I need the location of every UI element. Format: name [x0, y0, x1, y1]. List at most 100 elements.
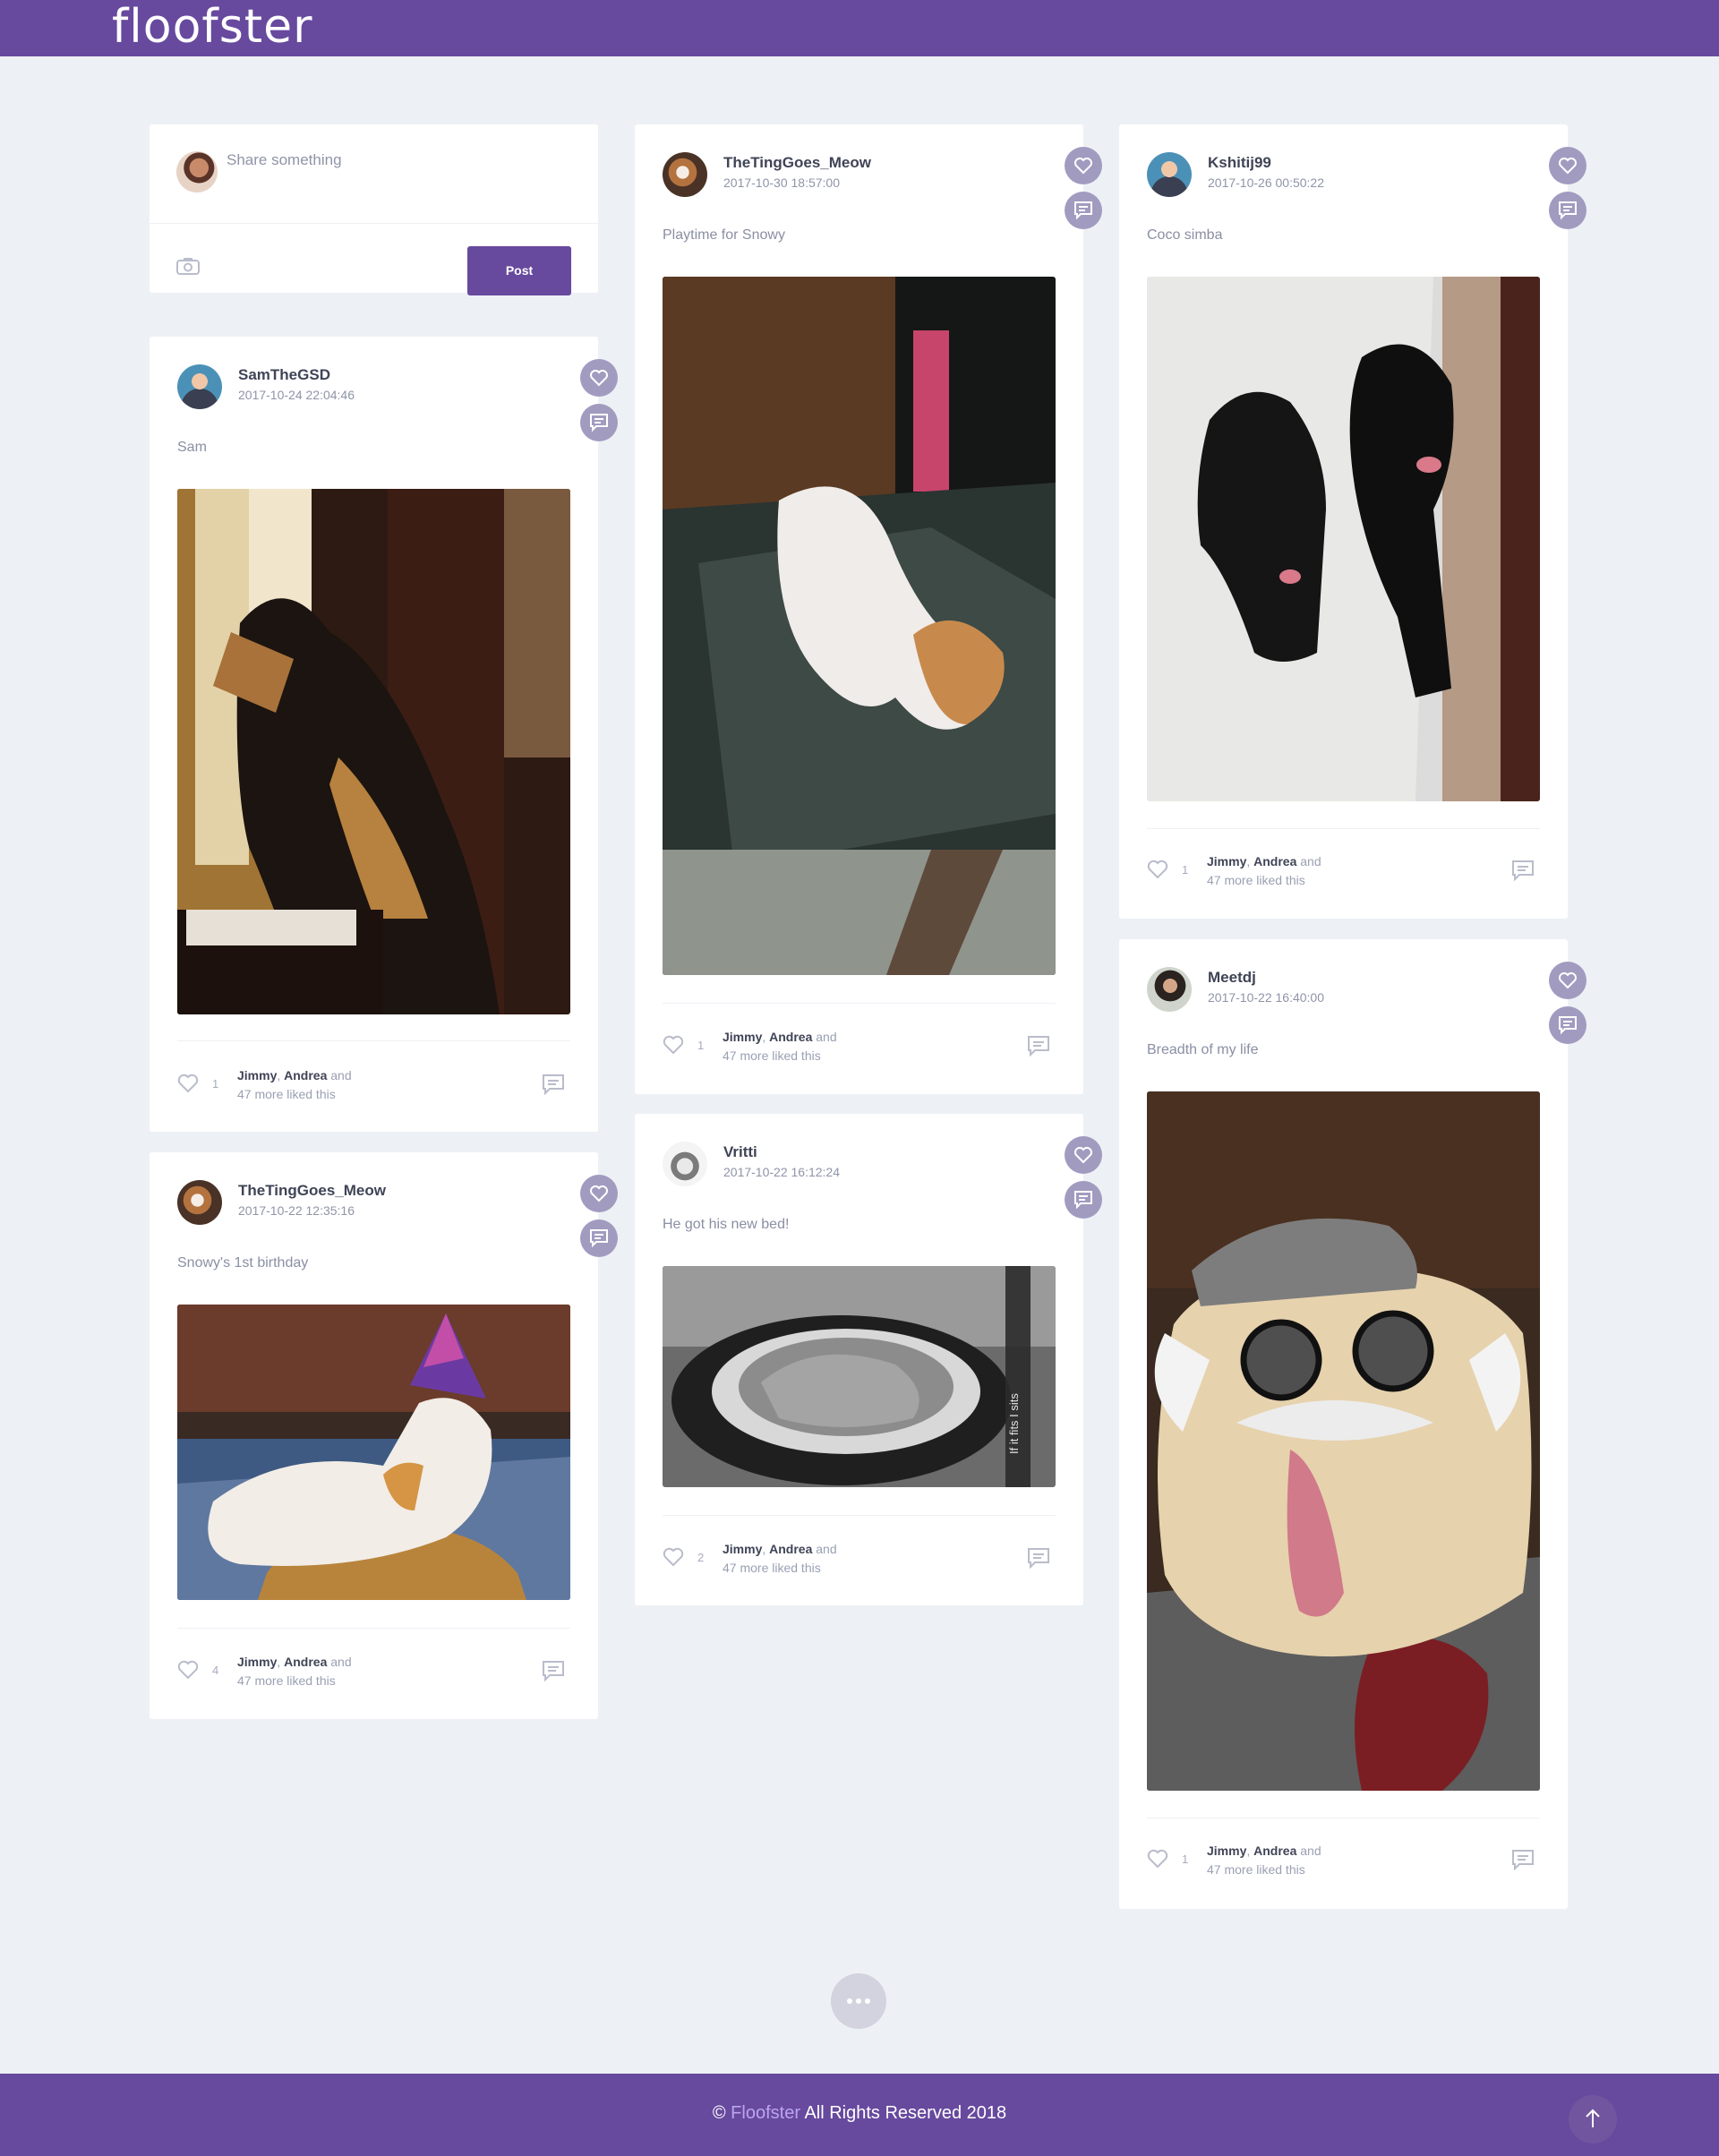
heart-icon[interactable] — [663, 1035, 684, 1055]
top-navbar: floofster — [0, 0, 1719, 56]
heart-icon — [1559, 158, 1577, 175]
liked-by-text[interactable]: Jimmy, Andrea and 47 more liked this — [723, 1028, 837, 1065]
comment-icon[interactable] — [1511, 860, 1535, 881]
footer-copyright: © Floofster All Rights Reserved 2018 — [712, 2103, 1007, 2123]
avatar[interactable] — [663, 1142, 707, 1186]
comment-icon — [590, 414, 608, 432]
comment-button[interactable] — [1065, 1181, 1102, 1219]
comment-button[interactable] — [580, 1219, 618, 1257]
post-footer: 1 Jimmy, Andrea and 47 more liked this — [663, 1028, 1056, 1064]
post-username[interactable]: TheTingGoes_Meow — [238, 1182, 386, 1200]
comment-button[interactable] — [1549, 1006, 1586, 1044]
avatar[interactable] — [1147, 967, 1192, 1012]
post-header: SamTheGSD 2017-10-24 22:04:46 — [177, 364, 570, 415]
post-footer: 4 Jimmy, Andrea and 47 more liked this — [177, 1653, 570, 1689]
post-caption: Snowy's 1st birthday — [177, 1255, 309, 1270]
post-photo[interactable]: If it fits I sits — [663, 1266, 1056, 1487]
avatar[interactable] — [177, 364, 222, 409]
liked-by-text[interactable]: Jimmy, Andrea and 47 more liked this — [237, 1066, 352, 1104]
post-timestamp: 2017-10-22 16:40:00 — [1208, 990, 1324, 1005]
like-button[interactable] — [1065, 1136, 1102, 1174]
footer-brand-link[interactable]: Floofster — [731, 2103, 800, 2123]
comment-button[interactable] — [1065, 192, 1102, 229]
post-timestamp: 2017-10-22 12:35:16 — [238, 1203, 355, 1218]
post-footer: 2 Jimmy, Andrea and 47 more liked this — [663, 1540, 1056, 1576]
post-card: SamTheGSD 2017-10-24 22:04:46 Sam 1 Jimm… — [150, 337, 598, 1132]
like-count: 2 — [697, 1551, 705, 1564]
liked-by-text[interactable]: Jimmy, Andrea and 47 more liked this — [1207, 852, 1321, 890]
post-username[interactable]: SamTheGSD — [238, 366, 330, 384]
post-caption: Playtime for Snowy — [663, 227, 785, 243]
scroll-to-top-button[interactable] — [1569, 2095, 1617, 2143]
load-more-button[interactable] — [831, 1973, 886, 2029]
like-button[interactable] — [1549, 147, 1586, 184]
liked-by-text[interactable]: Jimmy, Andrea and 47 more liked this — [723, 1540, 837, 1578]
post-card: Vritti 2017-10-22 16:12:24 He got his ne… — [635, 1114, 1083, 1605]
like-button[interactable] — [1549, 962, 1586, 999]
post-timestamp: 2017-10-24 22:04:46 — [238, 388, 355, 402]
post-photo[interactable] — [177, 1305, 570, 1600]
post-username[interactable]: TheTingGoes_Meow — [723, 154, 871, 172]
comment-icon[interactable] — [1027, 1547, 1050, 1569]
like-button[interactable] — [580, 1175, 618, 1212]
avatar[interactable] — [177, 1180, 222, 1225]
like-button[interactable] — [1065, 147, 1102, 184]
post-username[interactable]: Meetdj — [1208, 969, 1256, 987]
divider — [150, 223, 598, 224]
post-timestamp: 2017-10-22 16:12:24 — [723, 1165, 840, 1179]
post-caption: He got his new bed! — [663, 1217, 790, 1232]
avatar[interactable] — [1147, 152, 1192, 197]
post-username[interactable]: Kshitij99 — [1208, 154, 1271, 172]
heart-icon[interactable] — [177, 1074, 199, 1093]
camera-icon[interactable] — [176, 257, 200, 275]
comment-icon[interactable] — [542, 1074, 565, 1095]
share-input[interactable]: Share something — [227, 151, 342, 169]
post-card: TheTingGoes_Meow 2017-10-22 12:35:16 Sno… — [150, 1152, 598, 1719]
heart-icon — [1559, 972, 1577, 989]
comment-icon[interactable] — [1027, 1035, 1050, 1057]
post-username[interactable]: Vritti — [723, 1143, 757, 1161]
heart-icon[interactable] — [663, 1547, 684, 1567]
post-photo[interactable] — [1147, 1091, 1540, 1791]
post-caption: Sam — [177, 440, 207, 455]
dot — [856, 1998, 861, 2004]
post-photo[interactable] — [177, 489, 570, 1014]
post-header: Meetdj 2017-10-22 16:40:00 — [1147, 967, 1540, 1017]
app-logo[interactable]: floofster — [112, 0, 313, 57]
comment-icon[interactable] — [542, 1660, 565, 1681]
post-photo[interactable] — [663, 277, 1056, 975]
divider — [177, 1628, 570, 1629]
post-header: Vritti 2017-10-22 16:12:24 — [663, 1142, 1056, 1192]
avatar[interactable] — [663, 152, 707, 197]
heart-icon[interactable] — [177, 1660, 199, 1680]
avatar — [176, 151, 218, 192]
comment-icon — [590, 1229, 608, 1248]
heart-icon[interactable] — [1147, 1849, 1168, 1869]
comment-button[interactable] — [1549, 192, 1586, 229]
like-button[interactable] — [580, 359, 618, 397]
heart-icon — [1074, 1147, 1092, 1164]
post-footer: 1 Jimmy, Andrea and 47 more liked this — [1147, 1842, 1540, 1878]
post-button[interactable]: Post — [467, 246, 571, 295]
comment-icon — [1074, 201, 1092, 220]
post-timestamp: 2017-10-26 00:50:22 — [1208, 175, 1324, 190]
like-count: 1 — [697, 1039, 705, 1052]
comment-button[interactable] — [580, 404, 618, 441]
comment-icon — [1074, 1191, 1092, 1210]
comment-icon[interactable] — [1511, 1849, 1535, 1870]
post-card: Kshitij99 2017-10-26 00:50:22 Coco simba… — [1119, 124, 1568, 919]
post-photo[interactable] — [1147, 277, 1540, 801]
liked-by-text[interactable]: Jimmy, Andrea and 47 more liked this — [237, 1653, 352, 1690]
post-footer: 1 Jimmy, Andrea and 47 more liked this — [1147, 852, 1540, 888]
heart-icon[interactable] — [1147, 860, 1168, 879]
post-timestamp: 2017-10-30 18:57:00 — [723, 175, 840, 190]
divider — [663, 1515, 1056, 1516]
post-card: Meetdj 2017-10-22 16:40:00 Breadth of my… — [1119, 939, 1568, 1909]
divider — [1147, 828, 1540, 829]
divider — [663, 1003, 1056, 1004]
liked-by-text[interactable]: Jimmy, Andrea and 47 more liked this — [1207, 1842, 1321, 1879]
like-count: 1 — [1182, 863, 1189, 877]
post-header: TheTingGoes_Meow 2017-10-30 18:57:00 — [663, 152, 1056, 202]
post-card: TheTingGoes_Meow 2017-10-30 18:57:00 Pla… — [635, 124, 1083, 1094]
post-header: TheTingGoes_Meow 2017-10-22 12:35:16 — [177, 1180, 570, 1230]
